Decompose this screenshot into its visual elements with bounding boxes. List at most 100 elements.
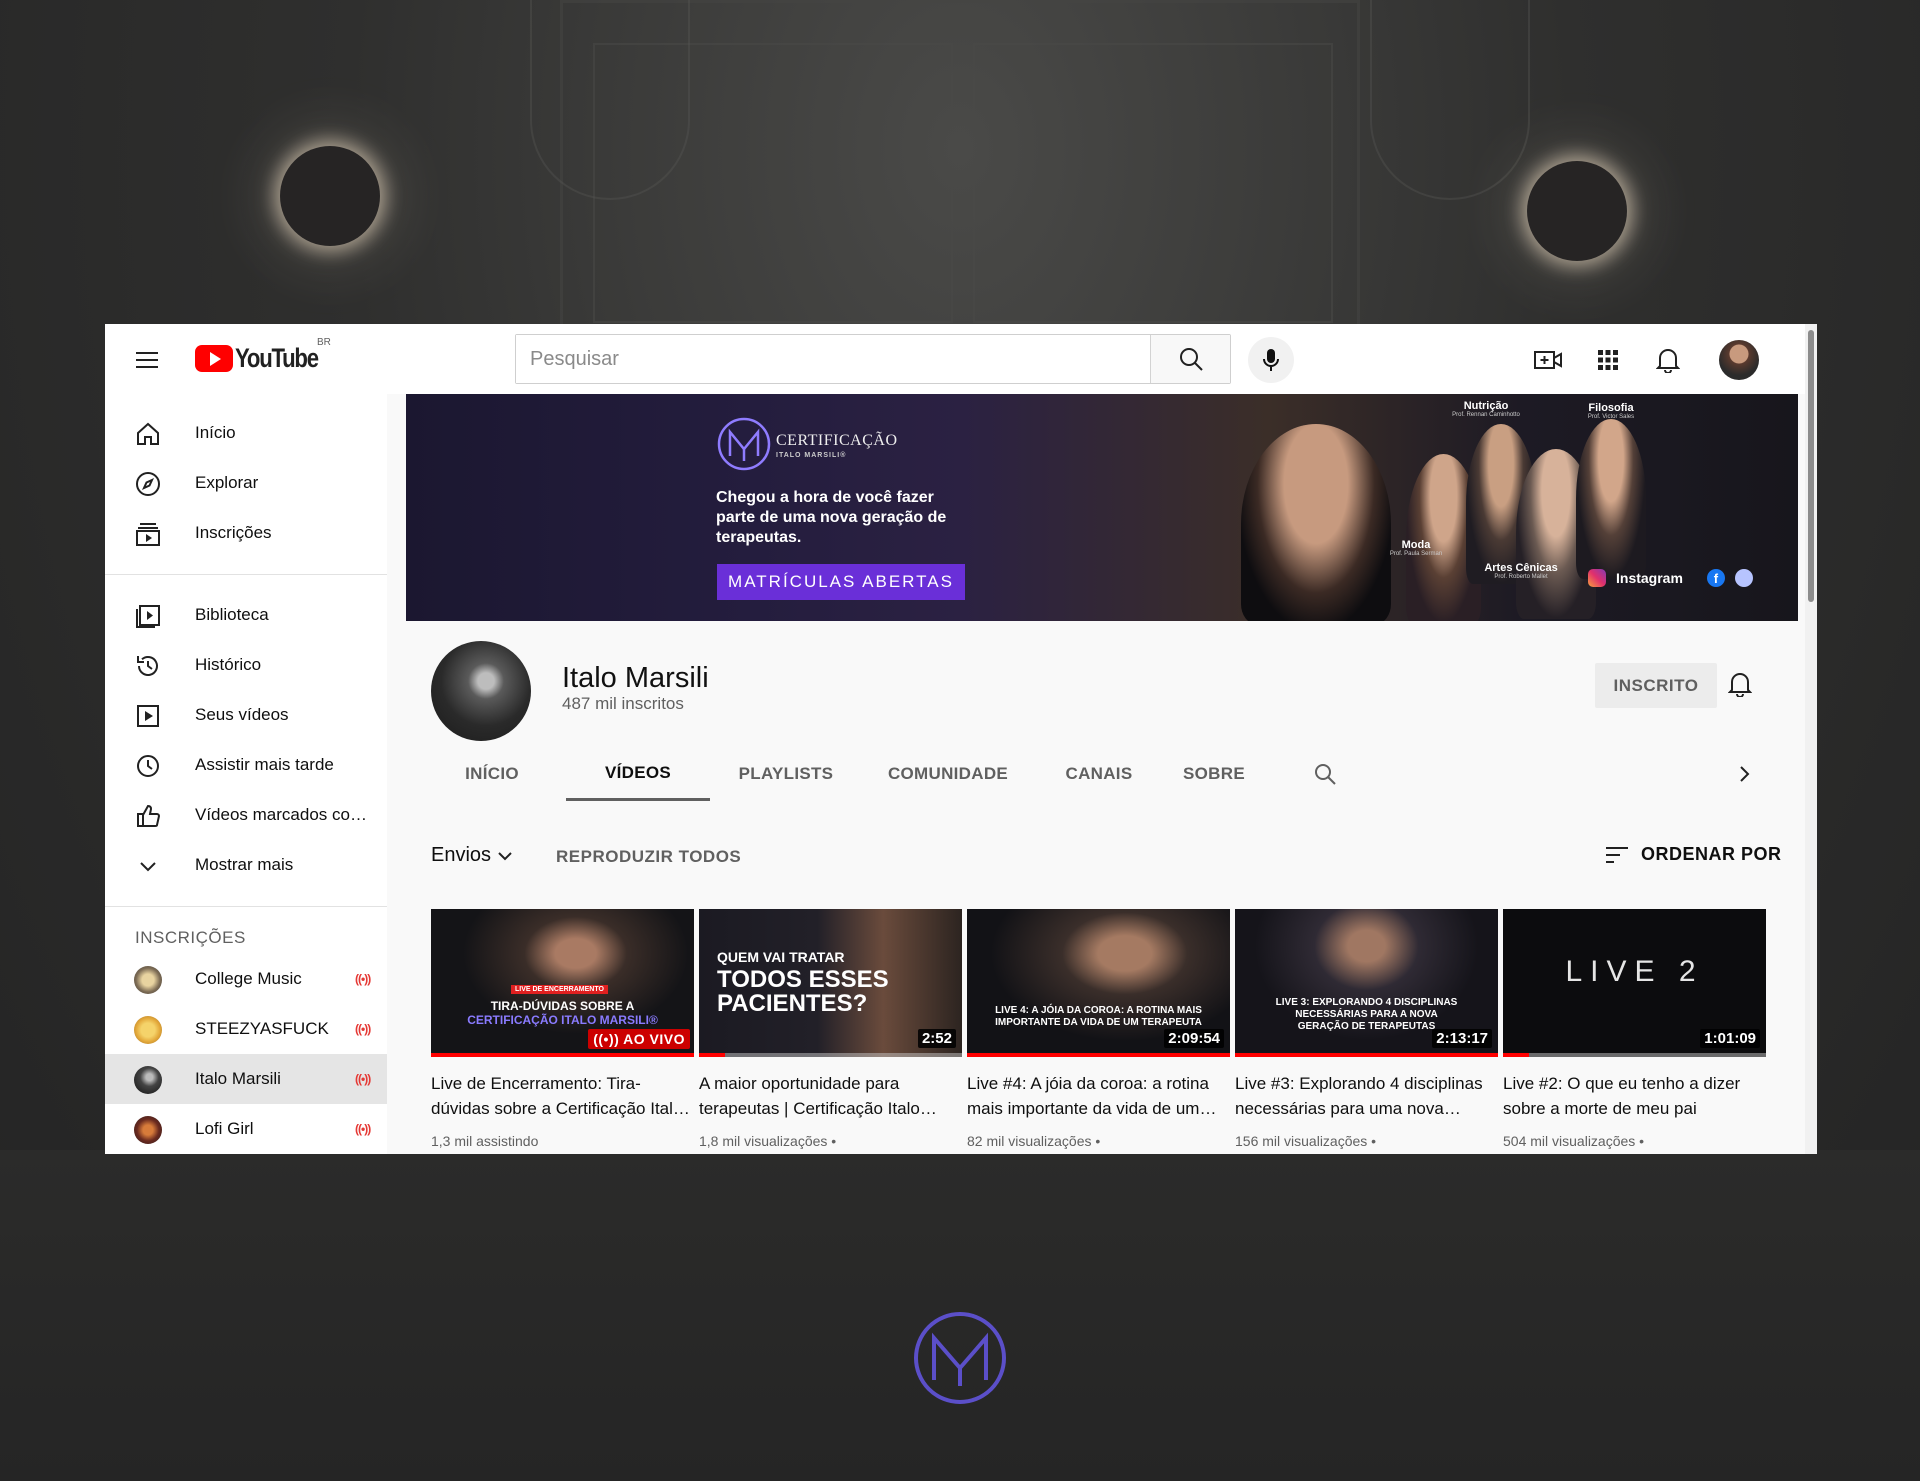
subscribed-button[interactable]: INSCRITO — [1595, 663, 1717, 708]
sidebar-item-home[interactable]: Início — [105, 408, 387, 458]
teacher-photo — [1576, 419, 1646, 579]
subscription-italo-marsili[interactable]: Italo Marsili ((•)) — [105, 1054, 387, 1104]
subscriber-count: 487 mil inscritos — [562, 694, 684, 713]
video-card[interactable]: LIVE 3: EXPLORANDO 4 DISCIPLINAS NECESSÁ… — [1235, 909, 1498, 1149]
tabs-scroll-right-icon[interactable] — [1724, 747, 1764, 801]
search-input[interactable] — [516, 335, 1150, 383]
sidebar-item-label: STEEZYASFUCK — [195, 1019, 329, 1038]
sidebar-divider — [105, 574, 387, 575]
video-title[interactable]: Live #2: O que eu tenho a dizer sobre a … — [1503, 1071, 1766, 1123]
tab-community[interactable]: COMUNIDADE — [862, 747, 1034, 801]
subscription-steezyasfuck[interactable]: STEEZYASFUCK ((•)) — [105, 1004, 387, 1054]
channel-notifications-bell-icon[interactable] — [1727, 671, 1753, 702]
scrollbar-thumb[interactable] — [1808, 330, 1814, 602]
country-code: BR — [317, 337, 331, 348]
video-title[interactable]: Live #4: A jóia da coroa: a rotina mais … — [967, 1071, 1230, 1123]
sidebar-item-explore[interactable]: Explorar — [105, 458, 387, 508]
voice-search-button[interactable] — [1248, 337, 1294, 383]
im-logo-icon — [717, 417, 771, 471]
create-video-icon[interactable] — [1532, 344, 1564, 376]
thumbnail-text: LIVE 4: A JÓIA DA COROA: A ROTINA MAIS — [995, 1005, 1202, 1016]
tab-channels[interactable]: CANAIS — [1048, 747, 1150, 801]
video-meta: 504 mil visualizações • — [1503, 1133, 1645, 1149]
video-card[interactable]: LIVE 2 1:01:09 Live #2: O que eu tenho a… — [1503, 909, 1766, 1149]
sidebar-item-show-more[interactable]: Mostrar mais — [105, 840, 387, 890]
video-card[interactable]: LIVE 4: A JÓIA DA COROA: A ROTINA MAIS I… — [967, 909, 1230, 1149]
notifications-bell-icon[interactable] — [1652, 344, 1684, 376]
website-icon[interactable] — [1734, 569, 1753, 587]
video-thumbnail[interactable]: LIVE 3: EXPLORANDO 4 DISCIPLINAS NECESSÁ… — [1235, 909, 1498, 1057]
watch-progress-bar — [699, 1053, 726, 1057]
teacher-label-philosophy: Filosofia Prof. Victor Sales — [1556, 402, 1666, 420]
teacher-area: Artes Cênicas — [1484, 562, 1558, 574]
live-indicator-icon: ((•)) — [355, 1122, 371, 1136]
channel-avatar — [431, 641, 531, 741]
facebook-icon[interactable]: f — [1706, 569, 1725, 587]
certification-title: CERTIFICAÇÃO — [776, 432, 898, 449]
subscription-lofi-girl[interactable]: Lofi Girl ((•)) — [105, 1104, 387, 1154]
video-thumbnail[interactable]: LIVE DE ENCERRAMENTO TIRA-DÚVIDAS SOBRE … — [431, 909, 694, 1057]
sidebar-item-your-videos[interactable]: Seus vídeos — [105, 690, 387, 740]
teacher-name: Prof. Roberto Mallet — [1494, 574, 1548, 580]
video-thumbnail[interactable]: LIVE 4: A JÓIA DA COROA: A ROTINA MAIS I… — [967, 909, 1230, 1057]
play-all-button[interactable]: REPRODUZIR TODOS — [556, 847, 741, 867]
sidebar-item-label: Início — [195, 423, 236, 442]
youtube-logo[interactable]: YouTube BR — [195, 337, 336, 374]
background-arch — [1370, 0, 1530, 200]
teacher-name: Prof. Victor Sales — [1587, 414, 1635, 420]
channel-tabs: INÍCIO VÍDEOS PLAYLISTS COMUNIDADE CANAI… — [406, 747, 1798, 801]
progress-track — [1503, 1053, 1766, 1057]
teacher-label-nutrition: Nutrição Prof. Rennan Caminhotto — [1426, 400, 1546, 418]
video-card[interactable]: QUEM VAI TRATAR TODOS ESSES PACIENTES? 2… — [699, 909, 962, 1149]
sidebar-item-label: Explorar — [195, 473, 259, 492]
sidebar-item-label: Assistir mais tarde — [195, 755, 334, 774]
sort-icon — [1606, 846, 1628, 863]
instagram-label[interactable]: Instagram — [1616, 570, 1683, 586]
sidebar-item-liked-videos[interactable]: Vídeos marcados como "Gostei" — [105, 790, 387, 840]
uploads-dropdown[interactable]: Envios — [431, 844, 513, 867]
video-thumbnail[interactable]: QUEM VAI TRATAR TODOS ESSES PACIENTES? 2… — [699, 909, 962, 1057]
channel-content: CERTIFICAÇÃO ITALO MARSILI® Chegou a hor… — [406, 394, 1798, 1154]
uploads-label: Envios — [431, 844, 492, 866]
channel-avatar — [134, 966, 162, 994]
video-duration: 2:09:54 — [1164, 1029, 1224, 1048]
video-title[interactable]: Live #3: Explorando 4 disciplinas necess… — [1235, 1071, 1498, 1123]
tab-about[interactable]: SOBRE — [1164, 747, 1264, 801]
hamburger-menu-icon[interactable] — [133, 346, 161, 374]
main-presenter-photo — [1241, 424, 1391, 621]
tab-home[interactable]: INÍCIO — [431, 747, 553, 801]
apps-grid-icon[interactable] — [1592, 344, 1624, 376]
video-title[interactable]: Live de Encerramento: Tira-dúvidas sobre… — [431, 1071, 694, 1123]
video-thumbnail[interactable]: LIVE 2 1:01:09 — [1503, 909, 1766, 1057]
library-icon — [136, 605, 160, 628]
watch-progress-bar — [431, 1053, 694, 1057]
video-grid: LIVE DE ENCERRAMENTO TIRA-DÚVIDAS SOBRE … — [431, 909, 1791, 1154]
search-button[interactable] — [1150, 335, 1230, 383]
tab-videos[interactable]: VÍDEOS — [566, 747, 710, 801]
teacher-area: Filosofia — [1588, 402, 1634, 414]
sidebar-item-history[interactable]: Histórico — [105, 640, 387, 690]
subscription-college-music[interactable]: College Music ((•)) — [105, 954, 387, 1004]
sidebar-item-label: Inscrições — [195, 523, 272, 542]
instagram-icon[interactable] — [1588, 569, 1606, 587]
video-card[interactable]: LIVE DE ENCERRAMENTO TIRA-DÚVIDAS SOBRE … — [431, 909, 694, 1149]
user-avatar[interactable] — [1719, 340, 1759, 380]
watch-progress-bar — [1503, 1053, 1530, 1057]
page-scrollbar[interactable] — [1805, 324, 1817, 1154]
video-title[interactable]: A maior oportunidade para terapeutas | C… — [699, 1071, 962, 1123]
thumbnail-text: TIRA-DÚVIDAS SOBRE A — [490, 999, 635, 1013]
logo-text: YouTube — [235, 343, 319, 373]
channel-search-icon[interactable] — [1300, 747, 1350, 801]
sidebar-item-subscriptions[interactable]: Inscrições — [105, 508, 387, 558]
chevron-down-icon — [140, 862, 156, 872]
sidebar-item-library[interactable]: Biblioteca — [105, 590, 387, 640]
thumbnail-text: CERTIFICAÇÃO ITALO MARSILI® — [467, 1013, 658, 1027]
tab-playlists[interactable]: PLAYLISTS — [724, 747, 848, 801]
sort-label: ORDENAR POR — [1641, 844, 1782, 864]
enrollment-cta-button[interactable]: MATRÍCULAS ABERTAS — [717, 564, 965, 600]
sort-button[interactable]: ORDENAR POR — [1605, 844, 1782, 865]
live-badge-label: AO VIVO — [623, 1031, 685, 1047]
sidebar-item-watch-later[interactable]: Assistir mais tarde — [105, 740, 387, 790]
channel-banner[interactable]: CERTIFICAÇÃO ITALO MARSILI® Chegou a hor… — [406, 394, 1798, 621]
teacher-label-fashion: Moda Prof. Paula Serman — [1361, 539, 1471, 557]
